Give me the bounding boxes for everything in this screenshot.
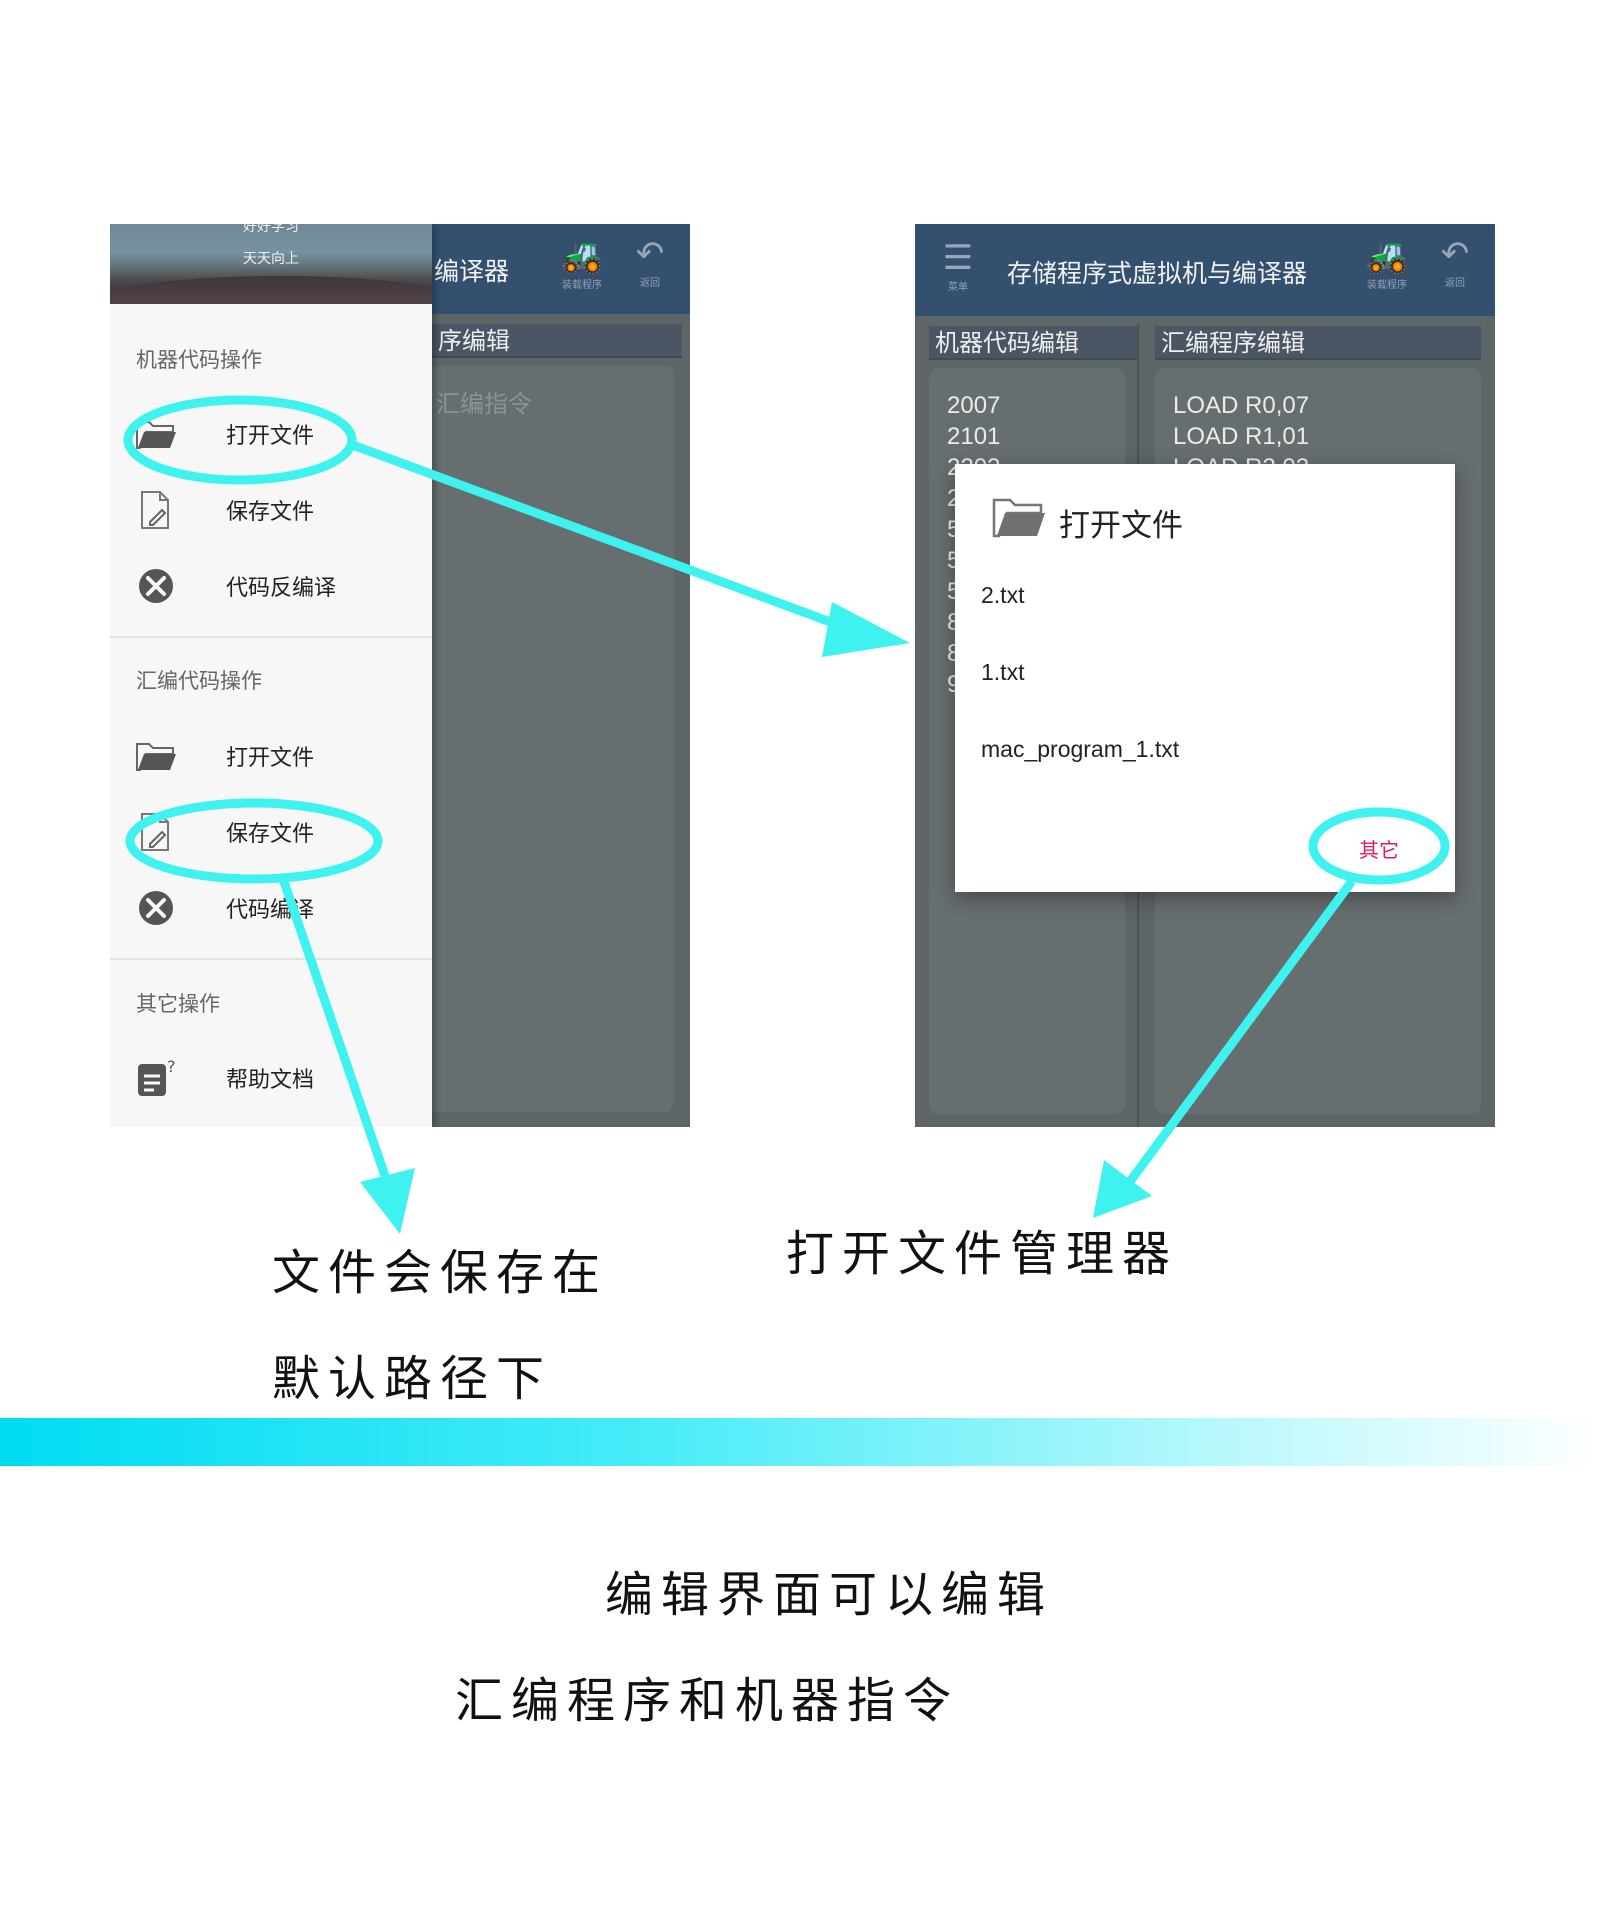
arrow-line — [348, 439, 854, 635]
highlight-ellipse — [123, 395, 357, 485]
save-note-line1: 文件会保存在 — [272, 1245, 609, 1301]
highlight-ellipse — [125, 798, 383, 884]
arrow-line — [277, 874, 400, 1207]
gradient-divider-band — [0, 1418, 1600, 1466]
open-note: 打开文件管理器 — [786, 1226, 1179, 1282]
save-note-line2: 默认路径下 — [272, 1351, 553, 1407]
bottom-note-line1: 编辑界面可以编辑 — [605, 1567, 1054, 1623]
highlight-ellipse — [1308, 807, 1450, 885]
arrow-line — [1116, 878, 1356, 1198]
annotation-overlay — [123, 395, 1450, 1234]
arrow-head — [822, 602, 910, 657]
bottom-note-line2: 汇编程序和机器指令 — [455, 1673, 960, 1729]
arrow-head — [360, 1168, 415, 1234]
